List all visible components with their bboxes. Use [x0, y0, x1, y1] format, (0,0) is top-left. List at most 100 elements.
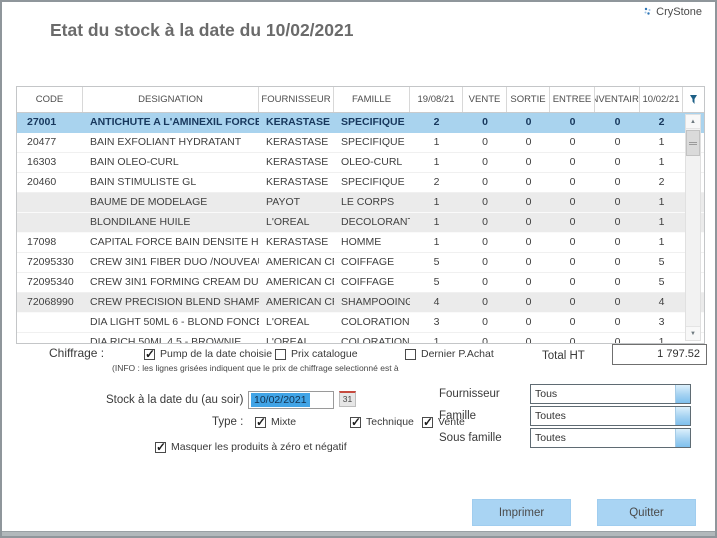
table-cell-inventaire: 0: [614, 296, 621, 308]
table-cell-code: [17, 213, 83, 232]
column-header[interactable]: DESIGNATION: [83, 87, 259, 112]
table-cell-inventaire: 0: [614, 176, 621, 188]
famille-select[interactable]: Toutes: [530, 406, 691, 426]
table-row[interactable]: 72095340 CREW 3IN1 FORMING CREAM DUO /NOU…: [17, 273, 704, 293]
table-row[interactable]: 20477 BAIN EXFOLIANT HYDRATANT KERASTASE SP…: [17, 133, 704, 153]
table-cell-code: [17, 313, 83, 332]
imprimer-button[interactable]: Imprimer: [472, 499, 571, 526]
table-cell-stock_fin: 1: [658, 196, 665, 208]
brand: CryStone: [643, 6, 702, 18]
fournisseur-select[interactable]: Tous: [530, 384, 691, 404]
checkbox-label: Pump de la date choisie: [160, 348, 273, 360]
table-cell-inventaire: 0: [614, 236, 621, 248]
table-cell-vente: 0: [482, 256, 488, 268]
column-header[interactable]: 10/02/21: [640, 87, 683, 112]
table-cell-vente: 0: [482, 296, 488, 308]
table-cell-sortie: 0: [525, 296, 532, 308]
fournisseur-label: Fournisseur: [439, 388, 500, 400]
stock-date-input[interactable]: 10/02/2021: [248, 391, 334, 409]
checkbox-technique[interactable]: Technique: [350, 415, 414, 429]
column-header[interactable]: SORTIE: [507, 87, 550, 112]
table-cell-fournisseur: KERASTASE: [266, 156, 329, 168]
table-cell-designation: CREW 3IN1 FIBER DUO /NOUVEAUTE NOV: [90, 256, 259, 268]
checkbox-icon[interactable]: [255, 415, 266, 429]
table-corner-icon[interactable]: [683, 87, 704, 112]
table-cell-code: 72068990: [27, 296, 74, 308]
table-cell-designation: DIA RICH 50ML 4.5 - BROWNIE: [90, 336, 242, 343]
table-cell-sortie: 0: [525, 136, 532, 148]
scrollbar-down-icon[interactable]: ▼: [686, 326, 700, 340]
column-header[interactable]: CODE: [17, 87, 83, 112]
table-cell-sortie: 0: [525, 316, 532, 328]
table-row[interactable]: BAUME DE MODELAGE PAYOT LE CORPS 1 0 0 0 0 1: [17, 193, 704, 213]
quitter-button[interactable]: Quitter: [597, 499, 696, 526]
checkbox-icon[interactable]: [350, 415, 361, 429]
table-body: 27001 ANTICHUTE A L'AMINEXIL FORCE R X2(K…: [17, 113, 704, 343]
checkbox-icon[interactable]: [275, 348, 286, 360]
dropdown-button-icon[interactable]: [675, 407, 690, 425]
sous-famille-select[interactable]: Toutes: [530, 428, 691, 448]
table-cell-stock_debut: 5: [433, 276, 440, 288]
table-cell-stock_fin: 1: [658, 136, 665, 148]
table-cell-entree: 0: [569, 176, 576, 188]
column-header[interactable]: ENTREE: [550, 87, 595, 112]
sous-famille-value: Toutes: [535, 432, 566, 444]
table-row[interactable]: BLONDILANE HUILE L'OREAL DECOLORANT 1 0 0 0 0 1: [17, 213, 704, 233]
table-cell-fournisseur: KERASTASE: [266, 136, 329, 148]
dropdown-button-icon[interactable]: [675, 429, 690, 447]
calendar-icon[interactable]: 31: [339, 391, 356, 407]
table-cell-sortie: 0: [525, 276, 532, 288]
table-row[interactable]: 17098 CAPITAL FORCE BAIN DENSITE HOMME KER…: [17, 233, 704, 253]
checkbox-mixte[interactable]: Mixte: [255, 415, 296, 429]
stock-table: CODE DESIGNATION FOURNISSEUR FAMILLE 19/08/2…: [16, 86, 705, 344]
scrollbar-up-icon[interactable]: ▲: [686, 115, 700, 129]
checkbox-masquer-produits-zero[interactable]: Masquer les produits à zéro et négatif: [155, 440, 347, 454]
checkbox-pump-date-choisie[interactable]: Pump de la date choisie: [144, 347, 273, 361]
table-cell-stock_debut: 1: [433, 236, 440, 248]
table-row[interactable]: 72068990 CREW PRECISION BLEND SHAMP 250ML…: [17, 293, 704, 313]
table-cell-code: 16303: [27, 156, 57, 168]
column-header[interactable]: 19/08/21: [410, 87, 463, 112]
vertical-scrollbar[interactable]: ▲ ▼: [685, 114, 701, 341]
stock-date-label: Stock à la date du (au soir): [106, 394, 244, 406]
table-row[interactable]: 16303 BAIN OLEO-CURL KERASTASE OLEO-CURL 1 0 0…: [17, 153, 704, 173]
checkbox-icon[interactable]: [144, 347, 155, 361]
checkbox-icon[interactable]: [155, 440, 166, 454]
famille-value: Toutes: [535, 410, 566, 422]
total-ht-label: Total HT: [542, 350, 585, 362]
table-row[interactable]: DIA LIGHT 50ML 6 - BLOND FONCE L'OREAL COL…: [17, 313, 704, 333]
column-header[interactable]: FAMILLE: [334, 87, 410, 112]
table-cell-stock_debut: 2: [433, 176, 440, 188]
table-cell-famille: COIFFAGE: [341, 276, 395, 288]
crystone-logo-icon: [644, 7, 651, 15]
table-row[interactable]: DIA RICH 50ML 4.5 - BROWNIE L'OREAL COLORA…: [17, 333, 704, 343]
table-cell-stock_fin: 1: [658, 156, 665, 168]
table-cell-code: 17098: [27, 236, 57, 248]
table-cell-code: 72095340: [27, 276, 74, 288]
checkbox-dernier-prix-achat[interactable]: Dernier P.Achat: [405, 348, 494, 360]
table-cell-sortie: 0: [525, 156, 532, 168]
dropdown-button-icon[interactable]: [675, 385, 690, 403]
table-row[interactable]: 72095330 CREW 3IN1 FIBER DUO /NOUVEAUTE N…: [17, 253, 704, 273]
table-row[interactable]: 27001 ANTICHUTE A L'AMINEXIL FORCE R X2(K…: [17, 113, 704, 133]
table-row[interactable]: 20460 BAIN STIMULISTE GL KERASTASE SPECIFIQ…: [17, 173, 704, 193]
table-cell-vente: 0: [482, 316, 488, 328]
column-header[interactable]: FOURNISSEUR: [259, 87, 334, 112]
table-cell-designation: BAIN EXFOLIANT HYDRATANT: [90, 136, 242, 148]
table-cell-entree: 0: [569, 196, 576, 208]
table-cell-famille: COIFFAGE: [341, 256, 395, 268]
scrollbar-thumb[interactable]: [686, 130, 700, 156]
checkbox-prix-catalogue[interactable]: Prix catalogue: [275, 348, 358, 360]
checkbox-icon[interactable]: [405, 348, 416, 360]
table-cell-code: [17, 193, 83, 212]
column-header[interactable]: VENTE: [463, 87, 507, 112]
table-cell-fournisseur: L'OREAL: [266, 216, 310, 228]
table-cell-code: 27001: [27, 116, 57, 128]
table-cell-inventaire: 0: [614, 276, 621, 288]
column-header[interactable]: INVENTAIRE: [595, 87, 640, 112]
checkbox-icon[interactable]: [422, 415, 433, 429]
table-cell-inventaire: 0: [614, 336, 621, 343]
table-cell-inventaire: 0: [614, 316, 621, 328]
table-cell-designation: CAPITAL FORCE BAIN DENSITE HOMME: [90, 236, 259, 248]
table-cell-stock_debut: 1: [433, 136, 440, 148]
